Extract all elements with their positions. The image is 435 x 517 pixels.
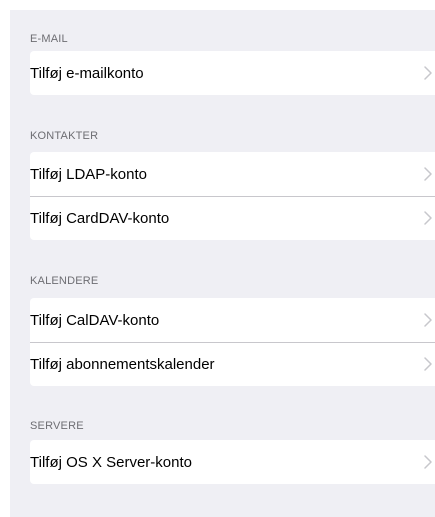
section-header-calendars: KALENDERE bbox=[30, 275, 99, 287]
group-servers: Tilføj OS X Server-konto bbox=[30, 440, 435, 484]
row-label: Tilføj e-mailkonto bbox=[30, 64, 144, 82]
row-label: Tilføj OS X Server-konto bbox=[30, 453, 192, 471]
chevron-right-icon bbox=[424, 211, 432, 225]
section-header-servers: SERVERE bbox=[30, 420, 84, 432]
add-subscribed-calendar-row[interactable]: Tilføj abonnementskalender bbox=[30, 342, 435, 386]
add-carddav-account-row[interactable]: Tilføj CardDAV-konto bbox=[30, 196, 435, 240]
chevron-right-icon bbox=[424, 455, 432, 469]
chevron-right-icon bbox=[424, 313, 432, 327]
add-email-account-row[interactable]: Tilføj e-mailkonto bbox=[30, 51, 435, 95]
add-caldav-account-row[interactable]: Tilføj CalDAV-konto bbox=[30, 298, 435, 342]
add-osx-server-account-row[interactable]: Tilføj OS X Server-konto bbox=[30, 440, 435, 484]
chevron-right-icon bbox=[424, 357, 432, 371]
group-calendars: Tilføj CalDAV-konto Tilføj abonnementska… bbox=[30, 298, 435, 386]
add-ldap-account-row[interactable]: Tilføj LDAP-konto bbox=[30, 152, 435, 196]
group-email: Tilføj e-mailkonto bbox=[30, 51, 435, 95]
chevron-right-icon bbox=[424, 66, 432, 80]
row-label: Tilføj CalDAV-konto bbox=[30, 311, 160, 329]
row-label: Tilføj abonnementskalender bbox=[30, 355, 215, 373]
add-account-panel: E-MAIL Tilføj e-mailkonto KONTAKTER Tilf… bbox=[10, 10, 435, 517]
group-contacts: Tilføj LDAP-konto Tilføj CardDAV-konto bbox=[30, 152, 435, 240]
section-header-email: E-MAIL bbox=[30, 33, 68, 45]
row-label: Tilføj CardDAV-konto bbox=[30, 209, 170, 227]
chevron-right-icon bbox=[424, 167, 432, 181]
section-header-contacts: KONTAKTER bbox=[30, 130, 99, 142]
row-label: Tilføj LDAP-konto bbox=[30, 165, 147, 183]
